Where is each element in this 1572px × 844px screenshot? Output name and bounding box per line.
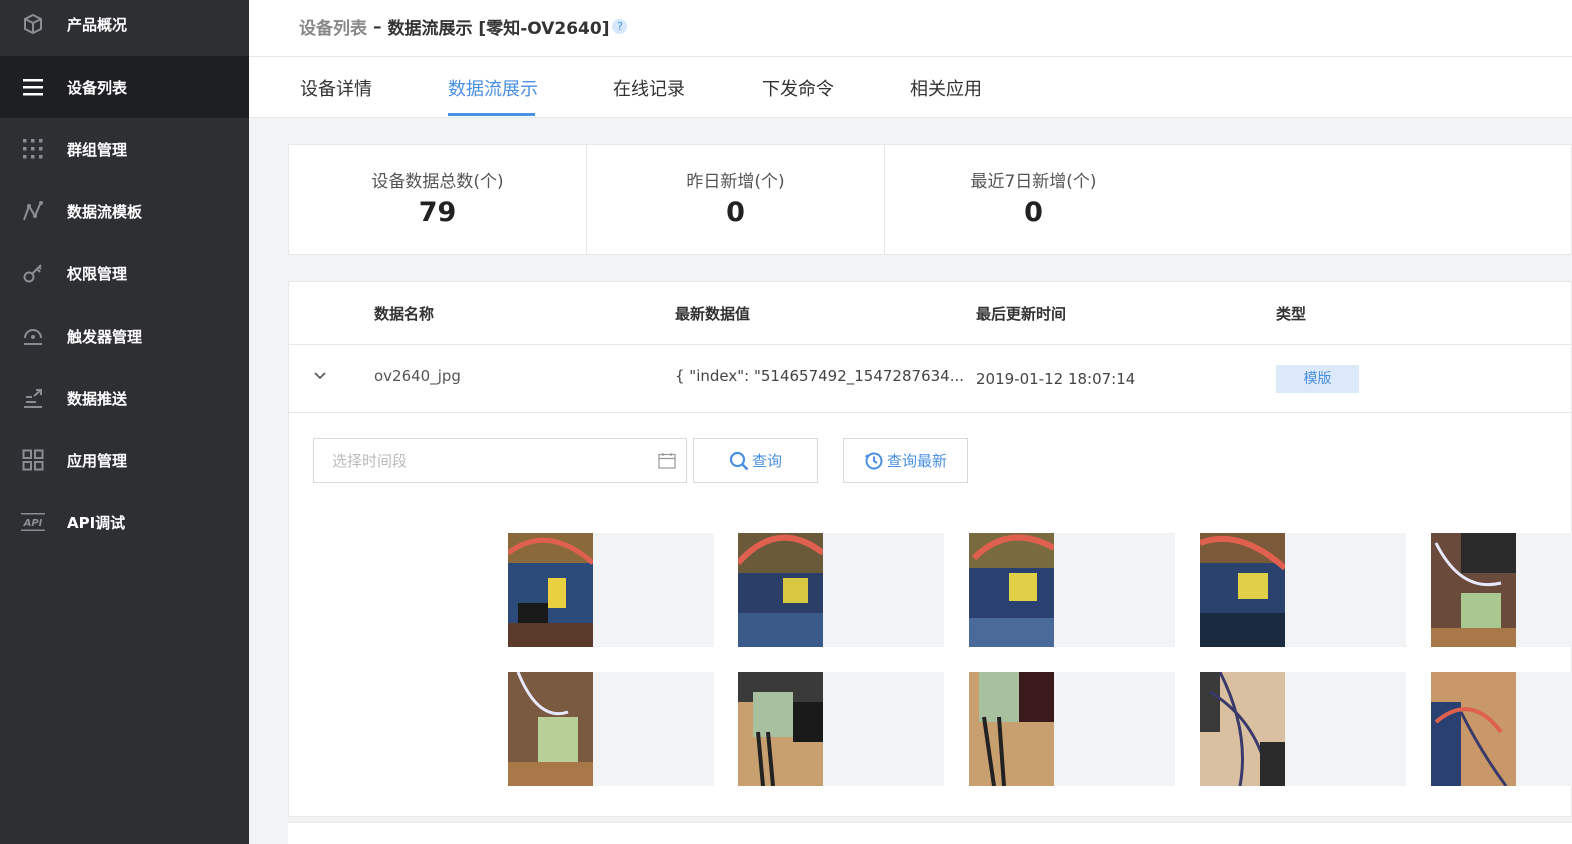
sidebar-item-api-debug[interactable]: API API调试 <box>0 491 249 553</box>
image-thumbnail[interactable] <box>1431 672 1572 786</box>
stat-total: 设备数据总数(个) 79 <box>289 145 586 254</box>
grid-dots-icon <box>21 137 45 161</box>
tab-datastream-display[interactable]: 数据流展示 <box>448 75 538 101</box>
camera-photo <box>738 533 823 647</box>
tab-bar: 设备详情 数据流展示 在线记录 下发命令 相关应用 <box>249 57 1572 118</box>
divider <box>289 412 1572 413</box>
sidebar-item-label: 数据推送 <box>67 389 128 408</box>
sidebar-item-label: 设备列表 <box>67 78 128 97</box>
image-thumbnail[interactable] <box>508 533 714 647</box>
sidebar-item-device-list[interactable]: 设备列表 <box>0 56 249 118</box>
tab-send-command[interactable]: 下发命令 <box>762 75 834 101</box>
image-thumbnail[interactable] <box>969 533 1175 647</box>
line-chart-icon <box>21 199 45 223</box>
sidebar-item-group-management[interactable]: 群组管理 <box>0 118 249 180</box>
stats-panel: 设备数据总数(个) 79 昨日新增(个) 0 最近7日新增(个) 0 <box>288 144 1572 255</box>
sidebar-item-permission-management[interactable]: 权限管理 <box>0 242 249 304</box>
datastream-latest-value: { "index": "514657492_1547287634... <box>675 367 964 385</box>
page-title: 数据流展示 [零知-OV2640] <box>387 19 610 39</box>
image-thumbnail[interactable] <box>508 672 714 786</box>
tab-device-details[interactable]: 设备详情 <box>300 75 372 101</box>
image-thumbnail[interactable] <box>1200 672 1406 786</box>
stat-label: 最近7日新增(个) <box>970 172 1097 192</box>
datastream-table: 数据名称 最新数据值 最后更新时间 类型 ov2640_jpg { "index… <box>288 281 1572 817</box>
type-badge: 模版 <box>1276 365 1359 393</box>
date-range-input[interactable] <box>314 439 644 482</box>
key-icon <box>21 261 45 285</box>
sidebar-item-label: 数据流模板 <box>67 202 143 221</box>
list-icon <box>21 75 45 99</box>
tab-related-apps[interactable]: 相关应用 <box>910 75 982 101</box>
api-icon: API <box>21 510 45 534</box>
pagination-bar <box>288 822 1572 844</box>
camera-photo <box>969 672 1054 786</box>
column-header-name: 数据名称 <box>374 305 435 323</box>
image-thumbnail[interactable] <box>1431 533 1572 647</box>
search-icon <box>729 451 749 470</box>
image-thumbnail[interactable] <box>1200 533 1406 647</box>
camera-photo <box>1200 672 1285 786</box>
stat-last-7-days: 最近7日新增(个) 0 <box>885 145 1182 254</box>
query-latest-button[interactable]: 查询最新 <box>843 438 968 483</box>
sidebar-item-label: 触发器管理 <box>67 327 143 346</box>
sidebar-item-trigger-management[interactable]: 触发器管理 <box>0 305 249 367</box>
breadcrumb: 设备列表 – 数据流展示 [零知-OV2640] ? <box>299 14 628 39</box>
breadcrumb-parent-link[interactable]: 设备列表 <box>299 14 367 39</box>
sidebar-item-label: API调试 <box>67 513 126 532</box>
page-header: 设备列表 – 数据流展示 [零知-OV2640] ? <box>249 0 1572 57</box>
camera-photo <box>969 533 1054 647</box>
sidebar-item-datastream-template[interactable]: 数据流模板 <box>0 180 249 242</box>
image-thumbnail[interactable] <box>969 672 1175 786</box>
camera-photo <box>1431 533 1516 647</box>
chevron-down-icon[interactable] <box>313 369 327 383</box>
query-button-label: 查询 <box>751 452 782 470</box>
sidebar-item-label: 群组管理 <box>67 140 128 159</box>
apps-icon <box>21 448 45 472</box>
divider <box>289 344 1572 345</box>
date-range-picker[interactable] <box>313 438 687 483</box>
image-thumbnail[interactable] <box>738 533 944 647</box>
help-icon[interactable]: ? <box>612 19 628 34</box>
query-latest-button-label: 查询最新 <box>886 452 947 470</box>
camera-photo <box>738 672 823 786</box>
column-header-type: 类型 <box>1276 305 1307 323</box>
camera-photo <box>508 533 593 647</box>
sidebar-item-app-management[interactable]: 应用管理 <box>0 429 249 491</box>
tab-online-records[interactable]: 在线记录 <box>613 75 685 101</box>
camera-photo <box>1200 533 1285 647</box>
push-icon <box>21 386 45 410</box>
active-tab-indicator <box>448 113 535 116</box>
image-thumbnail[interactable] <box>738 672 944 786</box>
refresh-icon <box>864 452 883 469</box>
sidebar-item-product-overview[interactable]: 产品概况 <box>0 0 249 55</box>
stat-label: 设备数据总数(个) <box>371 172 504 192</box>
sidebar-item-label: 权限管理 <box>67 264 128 283</box>
camera-photo <box>1431 672 1516 786</box>
sidebar: 产品概况 设备列表 群组管理 数据流模板 权限管理 触发器管理 数据推送 应用管… <box>0 0 249 844</box>
datastream-name: ov2640_jpg <box>374 367 461 385</box>
sidebar-item-label: 产品概况 <box>67 15 128 34</box>
datastream-update-time: 2019-01-12 18:07:14 <box>976 370 1136 388</box>
camera-photo <box>508 672 593 786</box>
stat-yesterday: 昨日新增(个) 0 <box>587 145 884 254</box>
stat-value: 0 <box>1024 197 1043 228</box>
sidebar-item-label: 应用管理 <box>67 451 128 470</box>
cube-icon <box>21 12 45 36</box>
svg-text:API: API <box>23 518 43 529</box>
column-header-value: 最新数据值 <box>675 305 751 323</box>
stat-label: 昨日新增(个) <box>686 172 785 192</box>
trigger-icon <box>21 324 45 348</box>
query-button[interactable]: 查询 <box>693 438 818 483</box>
column-header-time: 最后更新时间 <box>976 305 1067 323</box>
sidebar-item-data-push[interactable]: 数据推送 <box>0 367 249 429</box>
calendar-icon[interactable] <box>658 452 676 469</box>
stat-value: 0 <box>726 197 745 228</box>
stat-value: 79 <box>418 197 457 228</box>
breadcrumb-separator: – <box>373 16 382 37</box>
